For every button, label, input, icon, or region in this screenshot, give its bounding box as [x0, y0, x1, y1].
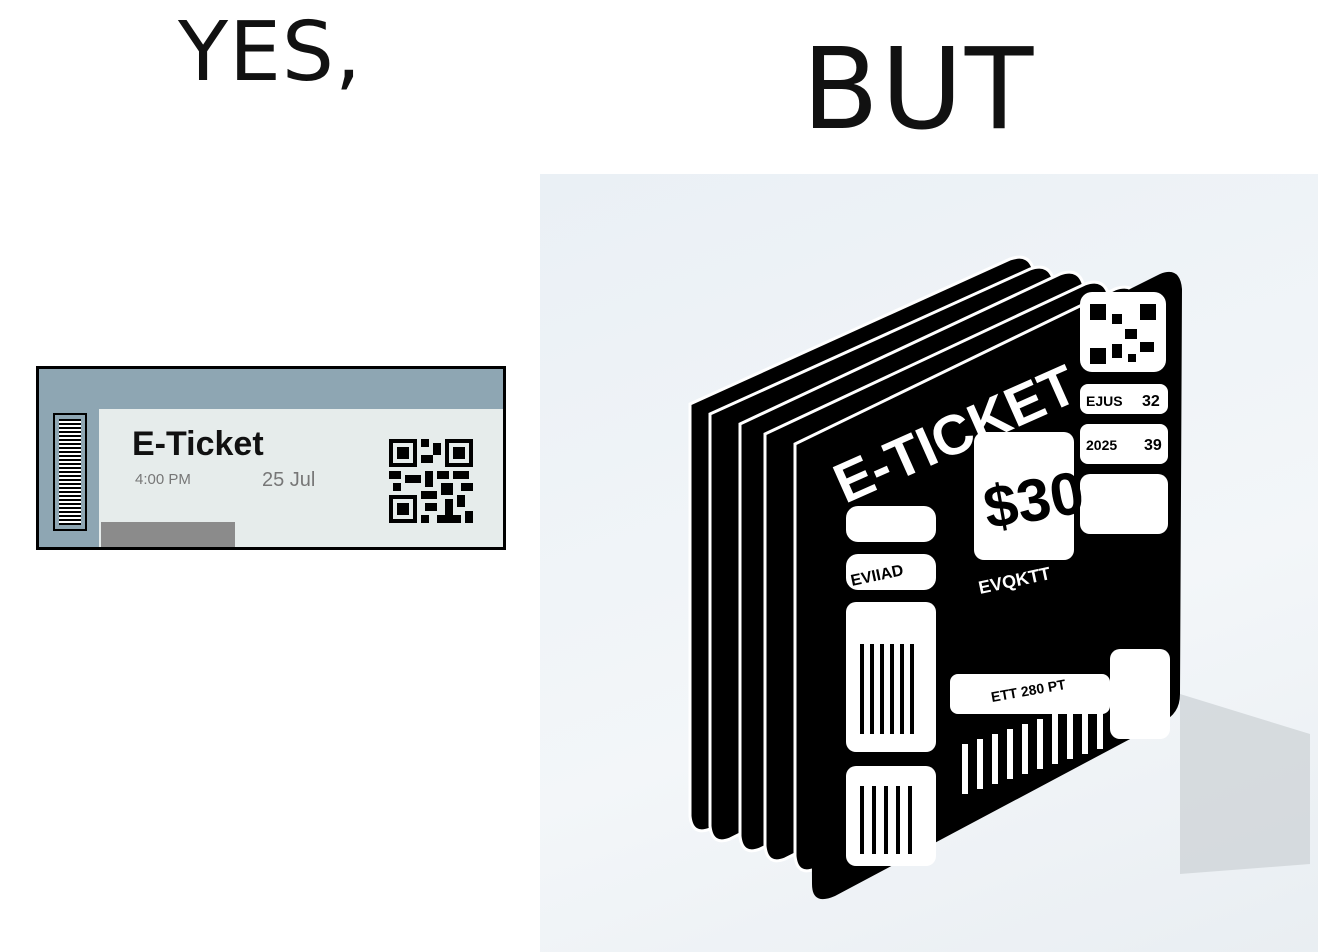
- ticket-stub: [39, 409, 99, 547]
- ticket-stack-illustration: E-TICKET $30 EVIIAD EVQKTT EJUS 32 2025 …: [688, 255, 1310, 900]
- label-3: 32: [1142, 393, 1160, 410]
- but-panel: E-TICKET $30 EVIIAD EVQKTT EJUS 32 2025 …: [540, 174, 1318, 952]
- label-4: 2025: [1086, 437, 1117, 453]
- ticket-time: 4:00 PM: [135, 471, 191, 488]
- e-ticket-card: E-Ticket 4:00 PM 25 Jul: [36, 366, 506, 550]
- ticket-body: E-Ticket 4:00 PM 25 Jul: [39, 409, 503, 547]
- ticket-date: 25 Jul: [262, 469, 316, 491]
- barcode-icon: [53, 413, 87, 531]
- ticket-footer-block: [101, 522, 235, 547]
- yes-caption: YES,: [178, 5, 363, 100]
- but-caption: BUT: [802, 25, 1036, 155]
- qr-code-icon: [389, 439, 473, 523]
- ticket-title: E-Ticket: [132, 425, 264, 463]
- label-5: 39: [1144, 437, 1162, 454]
- label-2: EJUS: [1086, 393, 1123, 409]
